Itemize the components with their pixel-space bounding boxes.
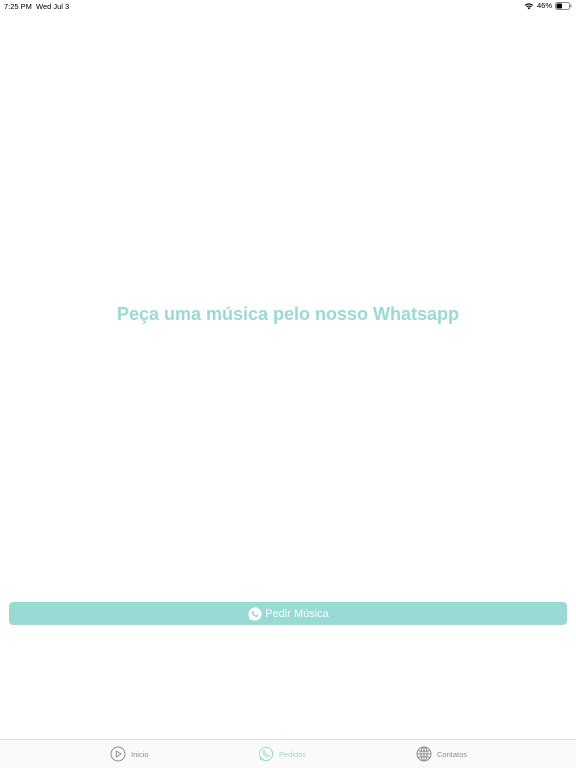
battery-percentage: 46%	[536, 1, 552, 10]
status-time: 7:25 PM	[4, 2, 32, 11]
status-bar: 7:25 PM Wed Jul 3 46%	[0, 0, 576, 12]
status-date: Wed Jul 3	[36, 2, 70, 11]
globe-icon	[416, 746, 432, 762]
app-screen: 7:25 PM Wed Jul 3 46% Peça uma música pe…	[0, 0, 576, 768]
whatsapp-icon	[247, 606, 263, 622]
tab-inicio-label: Inicio	[131, 749, 149, 759]
tab-contatos[interactable]: Contatos	[416, 746, 467, 762]
battery-icon	[555, 1, 572, 10]
wifi-icon	[524, 2, 534, 10]
status-right: 46%	[524, 1, 572, 10]
tab-contatos-label: Contatos	[437, 749, 468, 759]
tab-inicio[interactable]: Inicio	[110, 746, 149, 762]
request-song-button[interactable]: Pedir Música	[9, 602, 567, 625]
whatsapp-icon	[258, 746, 274, 762]
tab-bar: Inicio Pedidos Contatos	[0, 739, 576, 768]
play-circle-icon	[110, 746, 126, 762]
page-headline: Peça uma música pelo nosso Whatsapp	[116, 304, 460, 324]
tab-pedidos-label: Pedidos	[279, 749, 307, 759]
tab-pedidos[interactable]: Pedidos	[258, 746, 306, 762]
request-song-label: Pedir Música	[265, 607, 329, 620]
